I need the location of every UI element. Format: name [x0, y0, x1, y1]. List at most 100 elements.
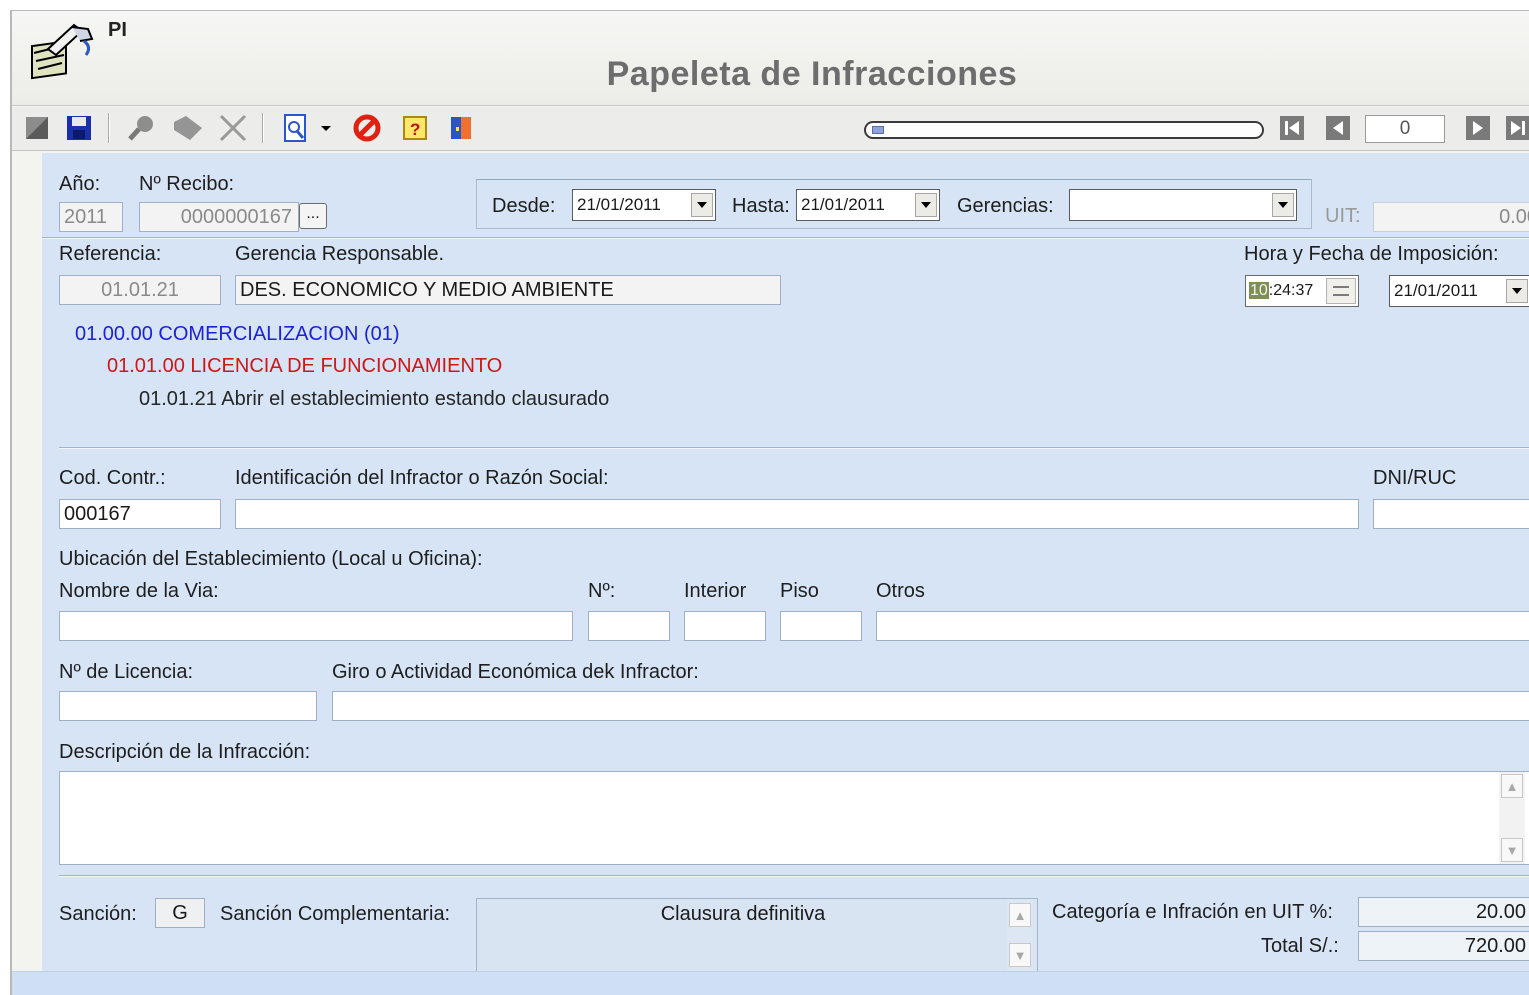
preview-icon[interactable] — [280, 113, 310, 143]
infraction-category[interactable]: 01.00.00 COMERCIALIZACION (01) — [75, 323, 400, 346]
search-icon[interactable] — [126, 113, 156, 143]
scroll-down-icon[interactable]: ▼ — [1501, 838, 1523, 862]
receipt-lookup-button[interactable]: ... — [299, 203, 327, 229]
sancion-field[interactable]: G — [155, 898, 205, 928]
hasta-date-picker[interactable]: 21/01/2011 — [796, 189, 940, 221]
divider — [59, 875, 1529, 877]
previous-record-icon[interactable] — [1326, 116, 1350, 140]
divider — [42, 237, 1529, 239]
categoria-uit-field[interactable]: 20.00 — [1358, 897, 1529, 927]
tag-icon[interactable] — [172, 113, 202, 143]
desde-date-picker[interactable]: 21/01/2011 — [572, 189, 716, 221]
dni-ruc-label: DNI/RUC — [1373, 467, 1457, 489]
categoria-uit-label: Categoría e Infración en UIT %: — [1052, 901, 1333, 923]
main-window: PI Papeleta de Infracciones ? 0 Año: Nº … — [10, 10, 1529, 995]
next-record-icon[interactable] — [1466, 116, 1490, 140]
piso-field[interactable] — [780, 611, 862, 641]
toolbar-separator — [108, 113, 110, 143]
desde-date-value: 21/01/2011 — [577, 195, 661, 214]
time-picker[interactable]: 10:24:37 — [1245, 275, 1359, 307]
time-hour-segment[interactable]: 10 — [1249, 282, 1269, 299]
otros-label: Otros — [876, 580, 925, 602]
time-spinner[interactable] — [1326, 278, 1356, 304]
dni-ruc-field[interactable] — [1373, 499, 1529, 529]
progress-thumb[interactable] — [872, 126, 884, 134]
year-field[interactable]: 2011 — [59, 202, 123, 232]
giro-label: Giro o Actividad Económica dek Infractor… — [332, 661, 699, 683]
location-label: Ubicación del Establecimiento (Local u O… — [59, 548, 483, 570]
cancel-icon[interactable] — [352, 113, 382, 143]
uit-label: UIT: — [1325, 205, 1361, 227]
reference-field[interactable]: 01.01.21 — [59, 275, 221, 305]
gerencias-select[interactable] — [1069, 189, 1297, 221]
gerencias-label: Gerencias: — [957, 195, 1054, 217]
record-counter[interactable]: 0 — [1365, 115, 1445, 143]
chevron-down-icon[interactable] — [1506, 279, 1528, 303]
app-code: PI — [108, 19, 127, 41]
interior-label: Interior — [684, 580, 747, 602]
divider — [59, 447, 1529, 449]
street-number-field[interactable] — [588, 611, 670, 641]
uit-field[interactable]: 0.00 — [1373, 202, 1529, 232]
description-scrollbar[interactable]: ▲ ▼ — [1499, 772, 1525, 864]
giro-field[interactable] — [332, 691, 1529, 721]
sancion-scrollbar[interactable]: ▲ ▼ — [1007, 899, 1033, 975]
sancion-complementaria-label: Sanción Complementaria: — [220, 903, 451, 925]
description-textarea[interactable] — [59, 771, 1529, 865]
save-icon[interactable] — [64, 113, 94, 143]
first-record-icon[interactable] — [1280, 116, 1304, 140]
sancion-label: Sanción: — [59, 903, 137, 925]
otros-field[interactable] — [876, 611, 1529, 641]
cod-contr-label: Cod. Contr.: — [59, 467, 166, 489]
year-label: Año: — [59, 173, 101, 195]
piso-label: Piso — [780, 580, 819, 602]
desde-label: Desde: — [492, 195, 556, 217]
street-number-label: Nº: — [588, 580, 616, 602]
last-record-icon[interactable] — [1506, 116, 1529, 140]
scroll-up-icon[interactable]: ▲ — [1009, 903, 1031, 927]
interior-field[interactable] — [684, 611, 766, 641]
imposition-date-picker[interactable]: 21/01/2011 — [1389, 275, 1529, 307]
license-label: Nº de Licencia: — [59, 661, 194, 683]
time-rest: :24:37 — [1268, 282, 1314, 299]
page-title: Papeleta de Infracciones — [606, 55, 1018, 93]
infraction-subcategory[interactable]: 01.01.00 LICENCIA DE FUNCIONAMIENTO — [107, 355, 502, 378]
chevron-down-icon[interactable] — [1272, 193, 1294, 217]
via-label: Nombre de la Via: — [59, 580, 219, 602]
total-label: Total S/.: — [1261, 935, 1339, 957]
new-icon[interactable] — [22, 113, 52, 143]
sancion-complementaria-box[interactable]: Clausura definitiva — [476, 898, 1038, 976]
time-date-label: Hora y Fecha de Imposición: — [1244, 243, 1499, 265]
chevron-down-icon[interactable] — [691, 193, 713, 217]
gerencia-responsable-field[interactable]: DES. ECONOMICO Y MEDIO AMBIENTE — [235, 275, 781, 305]
svg-text:?: ? — [410, 120, 420, 139]
imposition-date-value: 21/01/2011 — [1394, 281, 1478, 300]
receipt-number-field[interactable]: 0000000167 — [139, 202, 299, 232]
hasta-label: Hasta: — [732, 195, 790, 217]
street-name-field[interactable] — [59, 611, 573, 641]
total-field[interactable]: 720.00 — [1358, 931, 1529, 961]
gerencia-responsable-label: Gerencia Responsable. — [235, 243, 445, 265]
infraction-item[interactable]: 01.01.21 Abrir el establecimiento estand… — [139, 388, 609, 411]
chevron-down-icon[interactable] — [915, 193, 937, 217]
infractor-name-field[interactable] — [235, 499, 1359, 529]
toolbar: ? 0 — [12, 107, 1529, 151]
infractor-label: Identificación del Infractor o Razón Soc… — [235, 467, 609, 489]
help-icon[interactable]: ? — [400, 113, 430, 143]
record-progress-bar — [864, 121, 1264, 139]
license-field[interactable] — [59, 691, 317, 721]
form-header: PI Papeleta de Infracciones — [12, 11, 1529, 106]
scroll-down-icon[interactable]: ▼ — [1009, 943, 1031, 967]
delete-icon[interactable] — [218, 113, 248, 143]
description-label: Descripción de la Infracción: — [59, 741, 311, 763]
reference-label: Referencia: — [59, 243, 162, 265]
cod-contr-field[interactable]: 000167 — [59, 499, 221, 529]
exit-icon[interactable] — [446, 113, 476, 143]
hasta-date-value: 21/01/2011 — [801, 195, 885, 214]
receipt-label: Nº Recibo: — [139, 173, 235, 195]
status-bar — [12, 971, 1529, 995]
form-panel: Año: Nº Recibo: 2011 0000000167 ... Desd… — [42, 153, 1529, 976]
dropdown-arrow-icon[interactable] — [316, 113, 336, 143]
scroll-up-icon[interactable]: ▲ — [1501, 774, 1523, 798]
toolbar-separator — [262, 113, 264, 143]
